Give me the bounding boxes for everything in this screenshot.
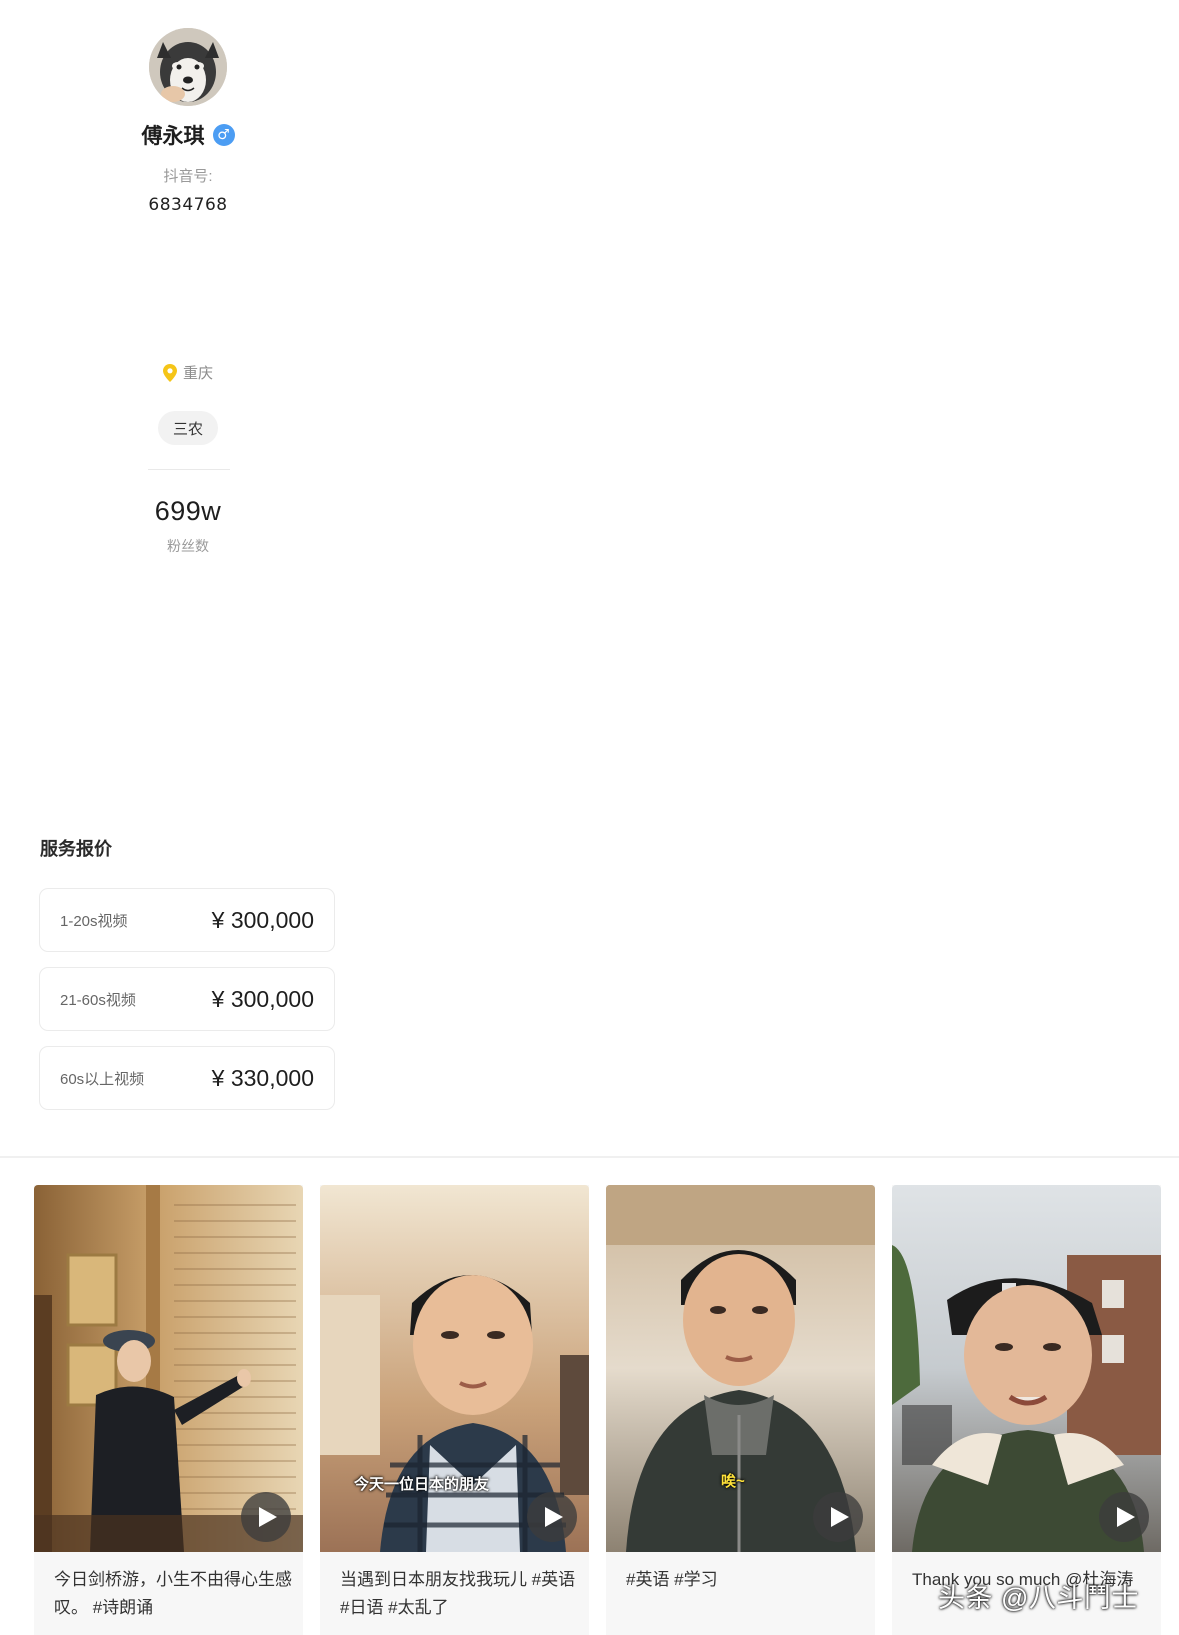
play-button[interactable]: [1099, 1492, 1149, 1542]
location: 重庆: [0, 362, 376, 383]
price-duration: 60s以上视频: [60, 1070, 145, 1088]
video-card[interactable]: 唉~ #英语 #学习: [606, 1185, 875, 1635]
section-divider: [0, 1156, 1179, 1158]
video-caption[interactable]: 今日剑桥游，小生不由得心生感叹。 #诗朗诵: [54, 1566, 292, 1622]
fans-count: 699w: [154, 496, 222, 526]
male-icon: ♂: [212, 124, 235, 146]
play-button[interactable]: [241, 1492, 291, 1542]
avatar: [149, 28, 227, 106]
video-card[interactable]: 今天一位日本的朋友 当遇到日本朋友找我玩儿 #英语 #日语 #太乱了: [320, 1185, 589, 1635]
play-icon: [830, 1507, 849, 1527]
price-amount: ¥ 300,000: [211, 985, 314, 1012]
price-card[interactable]: 60s以上视频 ¥ 330,000: [39, 1046, 335, 1110]
divider: [148, 469, 230, 470]
price-amount: ¥ 330,000: [211, 1064, 314, 1091]
price-card[interactable]: 21-60s视频 ¥ 300,000: [39, 967, 335, 1031]
play-icon: [1116, 1507, 1135, 1527]
video-caption[interactable]: 当遇到日本朋友找我玩儿 #英语 #日语 #太乱了: [340, 1566, 578, 1622]
price-card[interactable]: 1-20s视频 ¥ 300,000: [39, 888, 335, 952]
account-id: 6834768: [148, 195, 228, 215]
name-row: 傅永琪 ♂: [0, 120, 376, 150]
play-button[interactable]: [813, 1492, 863, 1542]
video-caption[interactable]: #英语 #学习: [626, 1566, 864, 1594]
video-overlay-text: 今天一位日本的朋友: [354, 1476, 490, 1493]
video-overlay-text: 唉~: [721, 1473, 745, 1490]
location-text: 重庆: [182, 365, 213, 382]
play-icon: [258, 1507, 277, 1527]
play-icon: [544, 1507, 563, 1527]
watermark: 头条 @八斗鬥士: [938, 1583, 1139, 1613]
play-button[interactable]: [527, 1492, 577, 1542]
location-pin-icon: [162, 363, 177, 382]
category-tag: 三农: [158, 411, 218, 445]
husky-avatar-image: [149, 28, 227, 106]
fans-label: 粉丝数: [167, 538, 209, 554]
pricing-title: 服务报价: [40, 839, 112, 859]
profile-name: 傅永琪: [141, 125, 205, 148]
price-duration: 21-60s视频: [60, 991, 136, 1009]
video-card[interactable]: 今日剑桥游，小生不由得心生感叹。 #诗朗诵: [34, 1185, 303, 1635]
video-card[interactable]: Thank you so much @杜海涛: [892, 1185, 1161, 1635]
price-duration: 1-20s视频: [60, 912, 128, 930]
price-amount: ¥ 300,000: [211, 906, 314, 933]
account-label: 抖音号:: [163, 168, 213, 185]
